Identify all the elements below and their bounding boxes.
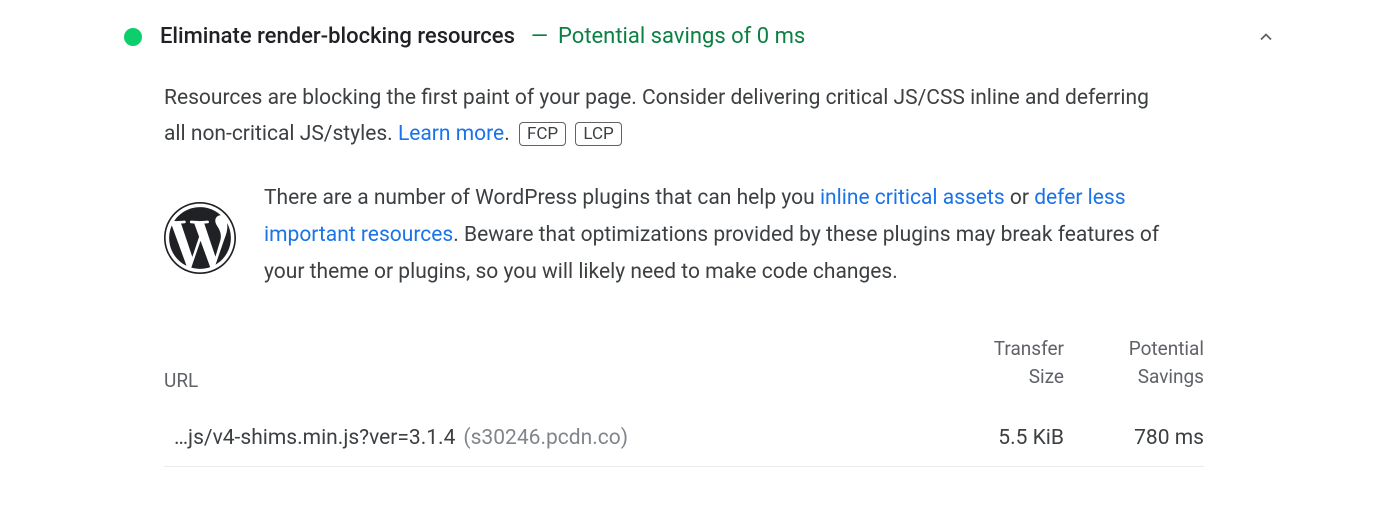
cell-url: …js/v4-shims.min.js?ver=3.1.4 (s30246.pcd…: [174, 426, 924, 450]
resources-table: URL Transfer Size Potential Savings …js/…: [164, 335, 1204, 467]
metric-badge-lcp: LCP: [575, 122, 621, 146]
description-period: .: [504, 122, 510, 146]
metric-badge-fcp: FCP: [519, 122, 566, 146]
column-header-transfer-l2: Size: [924, 363, 1064, 392]
url-path: …js/v4-shims.min.js?ver=3.1.4: [174, 426, 455, 450]
column-header-transfer-l1: Transfer: [924, 335, 1064, 364]
inline-critical-assets-link[interactable]: inline critical assets: [820, 186, 1005, 210]
status-dot-pass-icon: [124, 28, 142, 46]
stack-pack-pre: There are a number of WordPress plugins …: [264, 186, 820, 210]
cell-potential-savings: 780 ms: [1064, 426, 1204, 450]
learn-more-link[interactable]: Learn more: [398, 122, 504, 146]
cell-transfer-size: 5.5 KiB: [924, 426, 1064, 450]
column-header-savings-l2: Savings: [1064, 363, 1204, 392]
column-header-savings-l1: Potential: [1064, 335, 1204, 364]
audit-header[interactable]: Eliminate render-blocking resources — Po…: [124, 24, 1276, 49]
audit-savings-separator: —: [531, 24, 548, 49]
url-origin: (s30246.pcdn.co): [463, 426, 628, 450]
column-header-url: URL: [164, 369, 924, 392]
audit-savings-text: Potential savings of 0 ms: [558, 24, 805, 49]
description-text: Resources are blocking the first paint o…: [164, 86, 1149, 146]
stack-pack-text: There are a number of WordPress plugins …: [264, 180, 1164, 290]
audit-description: Resources are blocking the first paint o…: [164, 81, 1154, 152]
column-header-transfer: Transfer Size: [924, 335, 1064, 392]
column-header-savings: Potential Savings: [1064, 335, 1204, 392]
stack-pack-mid: or: [1005, 186, 1035, 210]
wordpress-icon: [164, 202, 236, 274]
stack-pack: There are a number of WordPress plugins …: [164, 180, 1164, 290]
chevron-up-icon[interactable]: [1256, 27, 1276, 47]
audit-container: Eliminate render-blocking resources — Po…: [0, 0, 1400, 467]
audit-title: Eliminate render-blocking resources: [160, 24, 515, 49]
audit-title-wrap: Eliminate render-blocking resources — Po…: [160, 24, 805, 49]
table-header: URL Transfer Size Potential Savings: [164, 335, 1204, 406]
table-row: …js/v4-shims.min.js?ver=3.1.4 (s30246.pcd…: [164, 406, 1204, 467]
